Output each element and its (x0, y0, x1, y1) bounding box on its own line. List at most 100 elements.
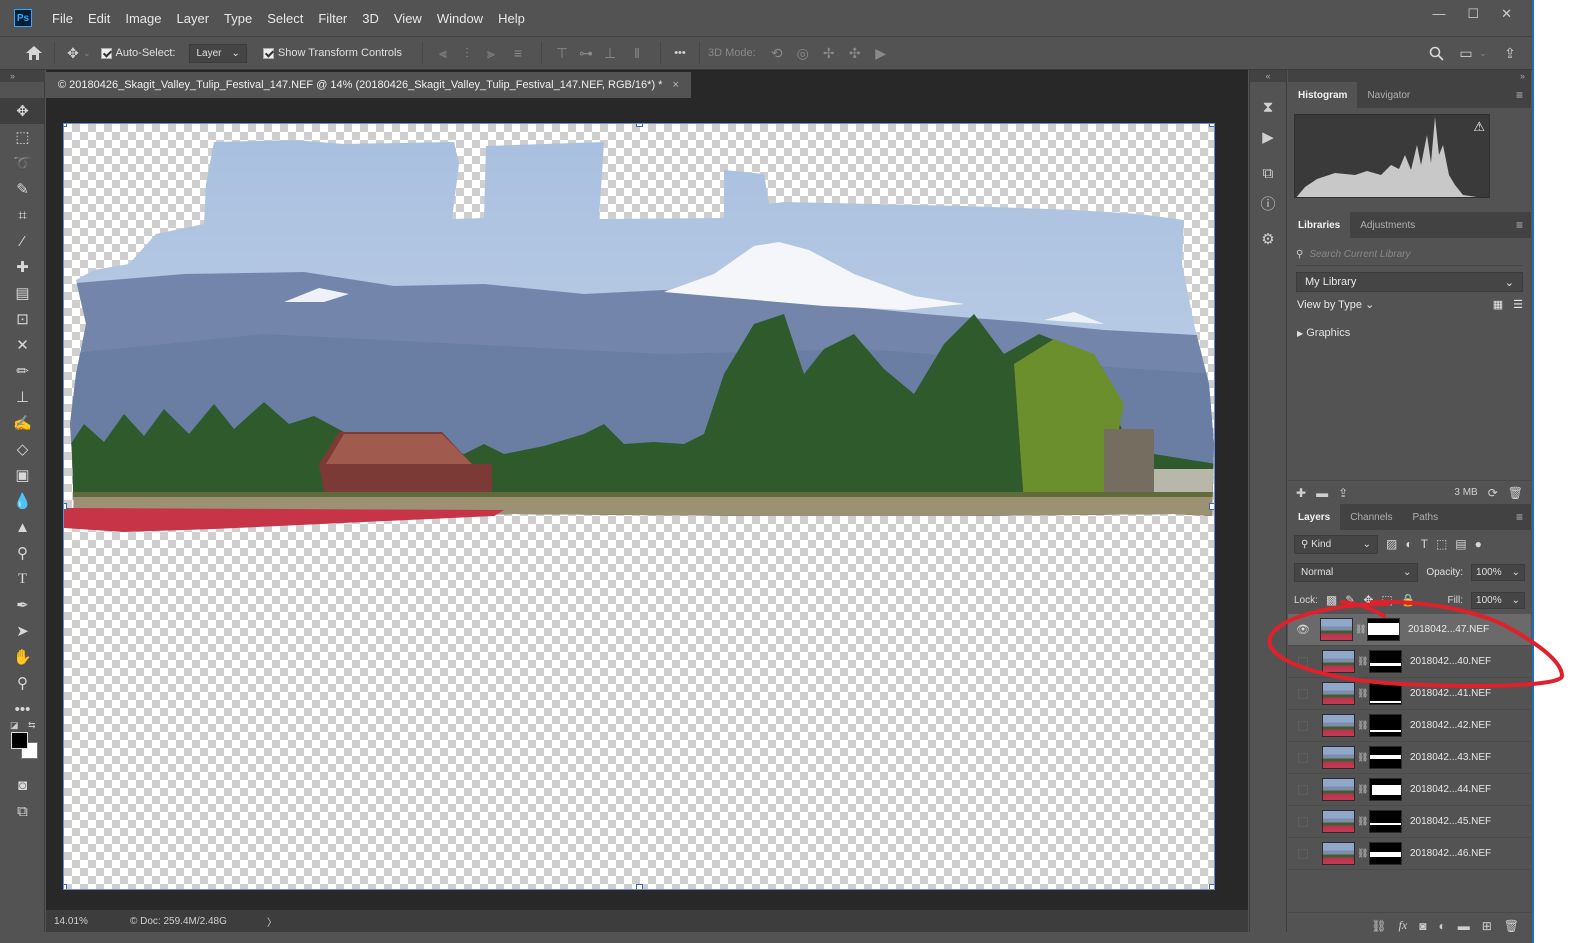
panel-menu-icon[interactable]: ≡ (1516, 510, 1523, 524)
path-select-tool[interactable]: ➤ (0, 618, 45, 644)
search-icon[interactable] (1426, 46, 1446, 61)
graphics-group[interactable]: ▶ Graphics (1297, 327, 1531, 339)
panel-menu-icon[interactable]: ≡ (1516, 88, 1523, 102)
share-icon[interactable]: ⇪ (1500, 45, 1520, 62)
foreground-color[interactable] (11, 732, 28, 749)
transform-handle[interactable] (64, 503, 67, 510)
marquee-tool[interactable]: ⬚ (0, 124, 45, 150)
fill-input[interactable]: 100% ⌄ (1471, 591, 1525, 609)
visibility-toggle[interactable] (1298, 816, 1308, 827)
trash-icon[interactable]: 🗑 (1508, 486, 1523, 500)
3d-orbit-icon[interactable]: ⟲ (764, 45, 790, 62)
link-icon[interactable]: ⛓ (1357, 656, 1368, 667)
visibility-toggle[interactable] (1298, 688, 1308, 699)
edit-toolbar-button[interactable]: ••• (0, 696, 45, 722)
transform-handle[interactable] (1209, 124, 1214, 127)
canvas[interactable] (63, 123, 1215, 890)
3d-roll-icon[interactable]: ◎ (790, 45, 816, 62)
swap-colors-icon[interactable]: ⇆ (28, 720, 36, 731)
menu-type[interactable]: Type (224, 11, 252, 26)
layer-row[interactable]: ⛓ 2018042...41.NEF (1288, 678, 1531, 710)
blur-tool[interactable]: 💧 (0, 488, 45, 514)
layer-row[interactable]: 👁 ⛓ 2018042...47.NEF (1288, 614, 1531, 646)
tab-layers[interactable]: Layers (1288, 504, 1341, 530)
transform-handle[interactable] (636, 124, 643, 127)
chevron-down-icon[interactable]: ⌄ (1479, 48, 1487, 59)
clone-stamp-tool[interactable]: ⊥ (0, 384, 45, 410)
chevron-down-icon[interactable]: ⌄ (83, 48, 91, 59)
layer-mask-thumbnail[interactable] (1369, 650, 1402, 673)
crop-tool[interactable]: ⌗ (0, 202, 45, 228)
link-icon[interactable]: ⛓ (1357, 688, 1368, 699)
new-group-icon[interactable]: ▬ (1458, 919, 1470, 933)
dodge-tool[interactable]: ⚲ (0, 540, 45, 566)
layer-mask-thumbnail[interactable] (1367, 618, 1400, 641)
link-layers-icon[interactable]: ⛓ (1371, 919, 1386, 933)
lock-image-icon[interactable]: ✎ (1345, 593, 1355, 607)
link-icon[interactable]: ⛓ (1357, 848, 1368, 859)
lock-position-icon[interactable]: ✥ (1363, 593, 1373, 607)
menu-select[interactable]: Select (267, 11, 303, 26)
ruler-tool[interactable]: ▤ (0, 280, 45, 306)
move-tool[interactable]: ✥ (0, 98, 45, 124)
document-tab[interactable]: © 20180426_Skagit_Valley_Tulip_Festival_… (46, 72, 691, 98)
3d-slide-icon[interactable]: ✣ (842, 45, 868, 62)
layer-row[interactable]: ⛓ 2018042...40.NEF (1288, 646, 1531, 678)
transform-handle[interactable] (64, 124, 67, 127)
layer-row[interactable]: ⛓ 2018042...44.NEF (1288, 774, 1531, 806)
visibility-toggle[interactable] (1298, 752, 1308, 763)
filter-shape-icon[interactable]: ⬚ (1436, 537, 1447, 551)
more-options-button[interactable]: ••• (669, 47, 691, 59)
lock-artboard-icon[interactable]: ⬚ (1381, 593, 1392, 607)
align-left-icon[interactable]: ⫷ (431, 45, 455, 62)
grid-view-icon[interactable]: ▦ (1493, 298, 1503, 311)
collapse-panels-button[interactable]: » (1288, 70, 1531, 82)
visibility-toggle[interactable] (1298, 784, 1308, 795)
layer-row[interactable]: ⛓ 2018042...45.NEF (1288, 806, 1531, 838)
pen-tool[interactable]: ✒ (0, 592, 45, 618)
add-content-icon[interactable]: ✚ (1296, 486, 1306, 500)
visibility-toggle[interactable] (1298, 720, 1308, 731)
link-icon[interactable]: ⛓ (1357, 784, 1368, 795)
layer-mask-thumbnail[interactable] (1369, 746, 1402, 769)
menu-file[interactable]: File (52, 11, 73, 26)
properties-icon[interactable]: ⚙ (1250, 224, 1286, 254)
layer-row[interactable]: ⛓ 2018042...43.NEF (1288, 742, 1531, 774)
close-button[interactable]: ✕ (1501, 6, 1512, 22)
filter-pixel-icon[interactable]: ▨ (1386, 537, 1397, 551)
tab-adjustments[interactable]: Adjustments (1350, 212, 1425, 238)
link-icon[interactable]: ⛓ (1357, 752, 1368, 763)
sharpen-tool[interactable]: ▲ (0, 514, 45, 540)
distribute-horizontal-icon[interactable]: ≡ (503, 45, 533, 61)
link-icon[interactable]: ⛓ (1355, 624, 1366, 635)
menu-help[interactable]: Help (498, 11, 525, 26)
menu-view[interactable]: View (394, 11, 422, 26)
quick-select-tool[interactable]: ✎ (0, 176, 45, 202)
filter-toggle-icon[interactable]: ● (1475, 537, 1482, 551)
align-top-icon[interactable]: ⊤ (550, 45, 574, 62)
3d-camera-icon[interactable]: ▶ (868, 45, 894, 62)
upload-icon[interactable]: ⇪ (1338, 486, 1348, 500)
collapse-tools-button[interactable]: » (0, 70, 45, 82)
blend-mode-dropdown[interactable]: Normal ⌄ (1294, 562, 1419, 582)
layer-row[interactable]: ⛓ 2018042...42.NEF (1288, 710, 1531, 742)
lasso-tool[interactable]: ➰ (0, 150, 45, 176)
layer-mask-thumbnail[interactable] (1369, 778, 1402, 801)
collapse-dock-button[interactable]: « (1250, 70, 1286, 82)
3d-pan-icon[interactable]: ✢ (816, 45, 842, 62)
view-by-dropdown[interactable]: View by Type ⌄ (1297, 298, 1374, 311)
list-view-icon[interactable]: ☰ (1513, 298, 1523, 311)
menu-image[interactable]: Image (125, 11, 161, 26)
info-icon[interactable]: ⓘ (1250, 188, 1286, 218)
gradient-tool[interactable]: ▣ (0, 462, 45, 488)
eraser-tool[interactable]: ◇ (0, 436, 45, 462)
home-icon[interactable] (22, 45, 46, 61)
align-right-icon[interactable]: ⫸ (479, 45, 503, 62)
auto-select-checkbox[interactable] (100, 47, 112, 59)
close-tab-button[interactable]: × (672, 79, 678, 91)
warning-icon[interactable]: ⚠ (1473, 119, 1485, 135)
new-layer-icon[interactable]: ⊞ (1482, 919, 1492, 933)
library-search-input[interactable]: ⚲ Search Current Library (1296, 244, 1523, 266)
filter-kind-dropdown[interactable]: ⚲ Kind ⌄ (1294, 534, 1378, 554)
tab-channels[interactable]: Channels (1340, 504, 1402, 530)
